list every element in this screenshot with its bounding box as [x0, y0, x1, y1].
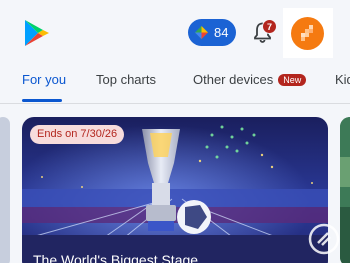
- account-avatar-button[interactable]: [283, 8, 333, 58]
- watermark-logo-icon: [308, 223, 340, 255]
- next-card-peek[interactable]: [340, 117, 350, 263]
- next-card-art: [340, 117, 350, 263]
- avatar-glyph-icon: [301, 25, 313, 41]
- tab-other-devices[interactable]: Other devices New: [193, 72, 307, 87]
- play-points-diamond-icon: [195, 26, 208, 39]
- card-title: The World's Biggest Stage: [33, 252, 199, 263]
- featured-promo-card[interactable]: Ends on 7/30/26 The World's Biggest Stag…: [22, 117, 328, 263]
- notification-count-badge: 7: [262, 19, 277, 34]
- new-badge: New: [278, 74, 307, 86]
- top-app-bar: 84 7: [0, 0, 350, 64]
- google-play-logo-icon[interactable]: [23, 19, 50, 47]
- tab-other-devices-label: Other devices: [193, 72, 274, 87]
- active-tab-indicator: [22, 99, 62, 102]
- previous-card-peek[interactable]: [0, 117, 10, 263]
- tab-bar: For you Top charts Other devices New Kids: [0, 64, 350, 104]
- play-points-chip[interactable]: 84: [188, 19, 236, 46]
- tab-kids[interactable]: Kids: [335, 72, 350, 87]
- tab-for-you[interactable]: For you: [22, 72, 66, 87]
- ends-on-badge: Ends on 7/30/26: [30, 125, 125, 144]
- tab-divider: [0, 103, 350, 104]
- tab-top-charts[interactable]: Top charts: [96, 72, 156, 87]
- avatar: [291, 17, 324, 50]
- points-value: 84: [214, 25, 229, 40]
